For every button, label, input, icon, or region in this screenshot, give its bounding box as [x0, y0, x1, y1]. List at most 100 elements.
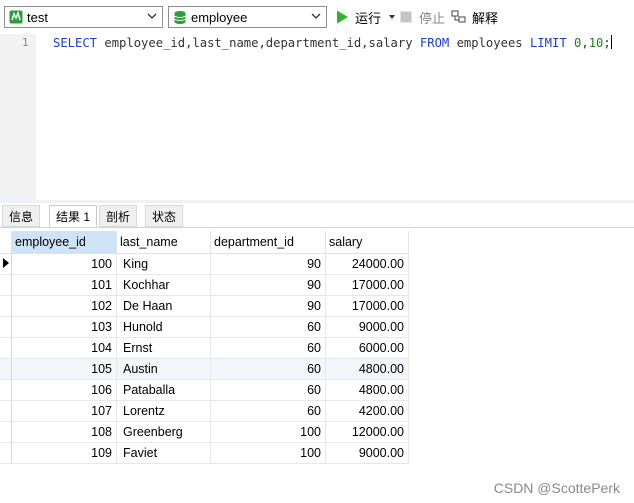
stop-label: 停止: [419, 10, 446, 26]
cell-last-name[interactable]: King: [116, 253, 211, 275]
table-row[interactable]: 106 Pataballa 60 4800.00: [0, 379, 409, 401]
result-grid: employee_id last_name department_id sala…: [0, 231, 409, 464]
table-row[interactable]: 101 Kochhar 90 17000.00: [0, 274, 409, 296]
sql-columns: employee_id,last_name,department_id,sala…: [97, 36, 420, 50]
cell-salary[interactable]: 12000.00: [325, 421, 409, 443]
row-indicator: [0, 442, 12, 464]
row-indicator: [0, 316, 12, 338]
cell-department-id[interactable]: 60: [210, 400, 326, 422]
cell-department-id[interactable]: 90: [210, 274, 326, 296]
cell-salary[interactable]: 6000.00: [325, 337, 409, 359]
cell-last-name[interactable]: Hunold: [116, 316, 211, 338]
table-row[interactable]: 105 Austin 60 4800.00: [0, 358, 409, 380]
table-row[interactable]: 100 King 90 24000.00: [0, 253, 409, 275]
cell-department-id[interactable]: 60: [210, 337, 326, 359]
cell-last-name[interactable]: Faviet: [116, 442, 211, 464]
database-name: employee: [191, 10, 248, 25]
cell-last-name[interactable]: Austin: [116, 358, 211, 380]
tab-result-1[interactable]: 结果 1: [49, 205, 98, 227]
cell-salary[interactable]: 17000.00: [325, 274, 409, 296]
cell-last-name[interactable]: Kochhar: [116, 274, 211, 296]
row-indicator: [0, 253, 12, 275]
database-select[interactable]: employee: [168, 6, 327, 28]
column-header-department-id[interactable]: department_id: [210, 231, 326, 254]
row-indicator: [0, 295, 12, 317]
cell-last-name[interactable]: Greenberg: [116, 421, 211, 443]
sql-editor[interactable]: 1 SELECT employee_id,last_name,departmen…: [0, 34, 634, 200]
column-header-employee-id[interactable]: employee_id: [11, 231, 117, 254]
stop-button[interactable]: 停止: [400, 8, 445, 26]
table-row[interactable]: 103 Hunold 60 9000.00: [0, 316, 409, 338]
cell-employee-id[interactable]: 102: [11, 295, 117, 317]
cell-department-id[interactable]: 60: [210, 379, 326, 401]
cell-last-name[interactable]: Lorentz: [116, 400, 211, 422]
text-caret: [610, 35, 612, 49]
watermark: CSDN @ScottePerk: [493, 480, 620, 496]
row-indicator: [0, 379, 12, 401]
result-tabs: 信息 结果 1 剖析 状态: [0, 203, 634, 228]
cell-department-id[interactable]: 100: [210, 442, 326, 464]
row-indicator: [0, 274, 12, 296]
sql-code-line[interactable]: SELECT employee_id,last_name,department_…: [53, 35, 612, 50]
cell-department-id[interactable]: 90: [210, 253, 326, 275]
sql-keyword-from: FROM: [419, 36, 450, 50]
line-gutter: 1: [0, 34, 36, 200]
cell-salary[interactable]: 9000.00: [325, 442, 409, 464]
cell-department-id[interactable]: 60: [210, 358, 326, 380]
cell-employee-id[interactable]: 106: [11, 379, 117, 401]
cell-employee-id[interactable]: 103: [11, 316, 117, 338]
explain-button[interactable]: 解释: [451, 8, 498, 26]
database-icon: [174, 11, 186, 24]
sql-comma: ,: [581, 36, 589, 50]
play-icon: [337, 10, 348, 24]
chevron-down-icon: [311, 13, 321, 19]
table-row[interactable]: 109 Faviet 100 9000.00: [0, 442, 409, 464]
cell-last-name[interactable]: Ernst: [116, 337, 211, 359]
cell-employee-id[interactable]: 100: [11, 253, 117, 275]
header-row: employee_id last_name department_id sala…: [0, 231, 409, 254]
cell-salary[interactable]: 24000.00: [325, 253, 409, 275]
column-header-salary[interactable]: salary: [325, 231, 409, 254]
cell-employee-id[interactable]: 109: [11, 442, 117, 464]
explain-label: 解释: [472, 10, 499, 26]
table-row[interactable]: 108 Greenberg 100 12000.00: [0, 421, 409, 443]
table-row[interactable]: 104 Ernst 60 6000.00: [0, 337, 409, 359]
table-row[interactable]: 102 De Haan 90 17000.00: [0, 295, 409, 317]
sql-offset: 0: [566, 36, 582, 50]
tab-info[interactable]: 信息: [2, 205, 41, 227]
table-row[interactable]: 107 Lorentz 60 4200.00: [0, 400, 409, 422]
tab-profile[interactable]: 剖析: [99, 205, 138, 227]
connection-name: test: [27, 10, 48, 25]
caret-down-icon[interactable]: [387, 12, 397, 22]
row-indicator: [0, 337, 12, 359]
cell-salary[interactable]: 9000.00: [325, 316, 409, 338]
cell-last-name[interactable]: De Haan: [116, 295, 211, 317]
run-button[interactable]: 运行: [336, 8, 397, 26]
cell-employee-id[interactable]: 108: [11, 421, 117, 443]
stop-icon: [400, 11, 412, 23]
cell-department-id[interactable]: 90: [210, 295, 326, 317]
sql-keyword-limit: LIMIT: [529, 36, 567, 50]
sql-semicolon: ;: [603, 36, 611, 50]
cell-salary[interactable]: 17000.00: [325, 295, 409, 317]
cell-department-id[interactable]: 100: [210, 421, 326, 443]
cell-employee-id[interactable]: 101: [11, 274, 117, 296]
cell-employee-id[interactable]: 105: [11, 358, 117, 380]
cell-employee-id[interactable]: 104: [11, 337, 117, 359]
cell-employee-id[interactable]: 107: [11, 400, 117, 422]
toolbar: test employee 运行 停止 解释: [0, 0, 634, 34]
cell-salary[interactable]: 4800.00: [325, 379, 409, 401]
tab-status[interactable]: 状态: [145, 205, 184, 227]
row-indicator: [0, 421, 12, 443]
line-number: 1: [22, 36, 29, 49]
cell-salary[interactable]: 4800.00: [325, 358, 409, 380]
cell-salary[interactable]: 4200.00: [325, 400, 409, 422]
cell-department-id[interactable]: 60: [210, 316, 326, 338]
connection-icon: [9, 10, 23, 24]
sql-table: employees: [449, 36, 530, 50]
sql-count: 10: [588, 36, 604, 50]
connection-select[interactable]: test: [4, 6, 163, 28]
cell-last-name[interactable]: Pataballa: [116, 379, 211, 401]
column-header-last-name[interactable]: last_name: [116, 231, 211, 254]
sql-keyword-select: SELECT: [53, 36, 98, 50]
